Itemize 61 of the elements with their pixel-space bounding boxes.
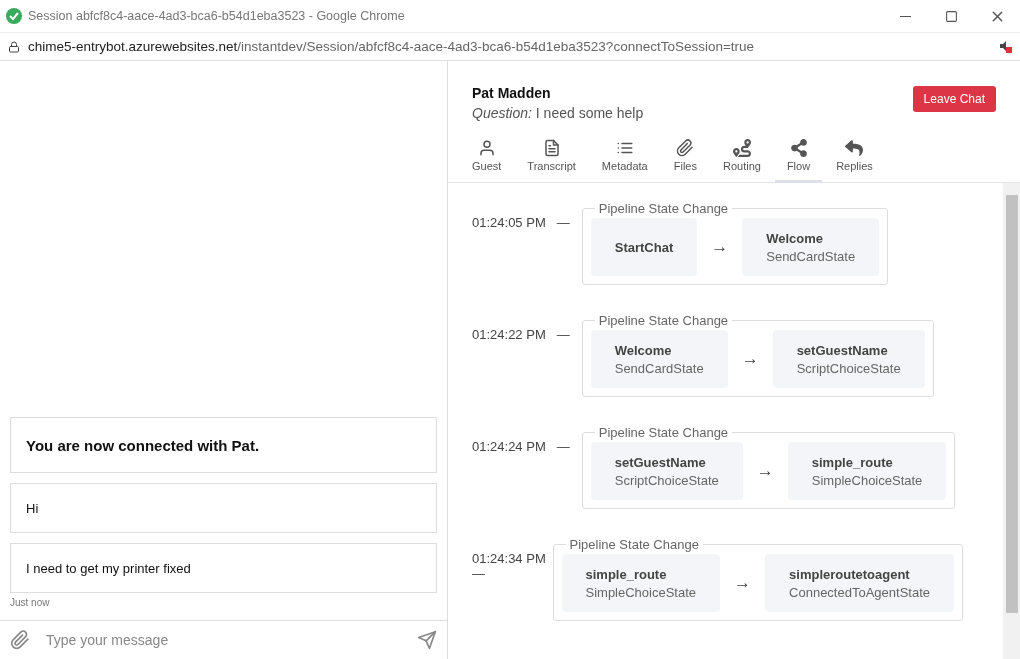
tab[interactable]: Flow [774, 139, 823, 183]
route-icon [732, 139, 751, 157]
chat-message: Hi [10, 483, 437, 533]
arrow-text: → [710, 237, 730, 257]
message-timestamp: Just now [10, 597, 51, 608]
state-type: ScriptChoiceState [796, 360, 901, 376]
state-name: Welcome [614, 342, 673, 358]
minimize-icon [899, 15, 911, 17]
arrow-text: → [733, 573, 753, 593]
address-bar[interactable]: chime5-entrybot.azurewebsites.net/instantdev/Session/abfcf8c4-aace-4ad3-bca6-b54d1eba3523?connectToSession=true [0, 33, 1020, 61]
lock-icon [8, 40, 20, 53]
state-name: simple_route [811, 454, 894, 470]
guest-question: Question: I need some help [472, 105, 644, 121]
state-name: setGuestName [614, 454, 707, 470]
guest-name: Pat Madden [472, 85, 552, 101]
tab[interactable]: Replies [824, 139, 885, 183]
state-name: Welcome [766, 230, 825, 246]
reply-icon [845, 139, 864, 157]
document-icon [542, 139, 561, 157]
state-type: ScriptChoiceState [614, 472, 719, 488]
notice-message: You are now connected with Pat. [10, 417, 437, 473]
state-name: setGuestName [796, 342, 889, 358]
arrow-text: → [740, 349, 760, 369]
chat-message: I need to get my printer fixed [10, 543, 437, 593]
state-name: StartChat [614, 239, 674, 255]
state-type: SimpleChoiceState [585, 584, 697, 600]
event-time: 01:24:22 PM [472, 327, 546, 342]
url-text: chime5-entrybot.azurewebsites.net/instantdev/Session/abfcf8c4-aace-4ad3-bca6-b54d1eba3523?connectToSession=true [28, 39, 756, 54]
tab[interactable]: Transcript [515, 139, 588, 183]
event-title: Pipeline State Change [597, 425, 730, 440]
state-name: simpleroutetoagent [789, 566, 911, 582]
muted-speaker-icon[interactable] [999, 40, 1012, 53]
dash-text: — [472, 566, 485, 581]
tab[interactable]: Metadata [589, 139, 660, 183]
state-type: ConnectedToAgentState [789, 584, 930, 600]
paperclip-icon[interactable] [10, 630, 30, 650]
person-icon [477, 139, 496, 157]
tab[interactable]: Guest [460, 139, 514, 183]
state-type: SendCardState [614, 360, 704, 376]
app-logo-icon [6, 8, 22, 24]
state-type: SendCardState [766, 248, 856, 264]
send-icon[interactable] [417, 630, 437, 650]
dash-text: — [556, 215, 570, 230]
event-time: 01:24:34 PM [472, 551, 546, 566]
event-time: 01:24:24 PM [472, 439, 546, 454]
tab[interactable]: Routing [710, 139, 773, 183]
leave-chat-button[interactable]: Leave Chat [912, 86, 996, 112]
event-title: Pipeline State Change [597, 313, 730, 328]
maximize-icon [944, 9, 958, 23]
tab[interactable]: Files [661, 139, 709, 183]
state-type: SimpleChoiceState [811, 472, 923, 488]
arrow-text: → [755, 461, 775, 481]
dash-text: — [556, 439, 570, 454]
dash-text: — [556, 327, 570, 342]
window-title: Session abfcf8c4-aace-4ad3-bca6-b54d1eba3523 - Google Chrome [28, 9, 406, 23]
nodes-icon [789, 139, 808, 157]
event-time: 01:24:05 PM [472, 215, 546, 230]
event-title: Pipeline State Change [597, 201, 730, 216]
event-title: Pipeline State Change [568, 537, 700, 552]
state-name: simple_route [585, 566, 668, 582]
paperclip-icon [676, 139, 695, 157]
